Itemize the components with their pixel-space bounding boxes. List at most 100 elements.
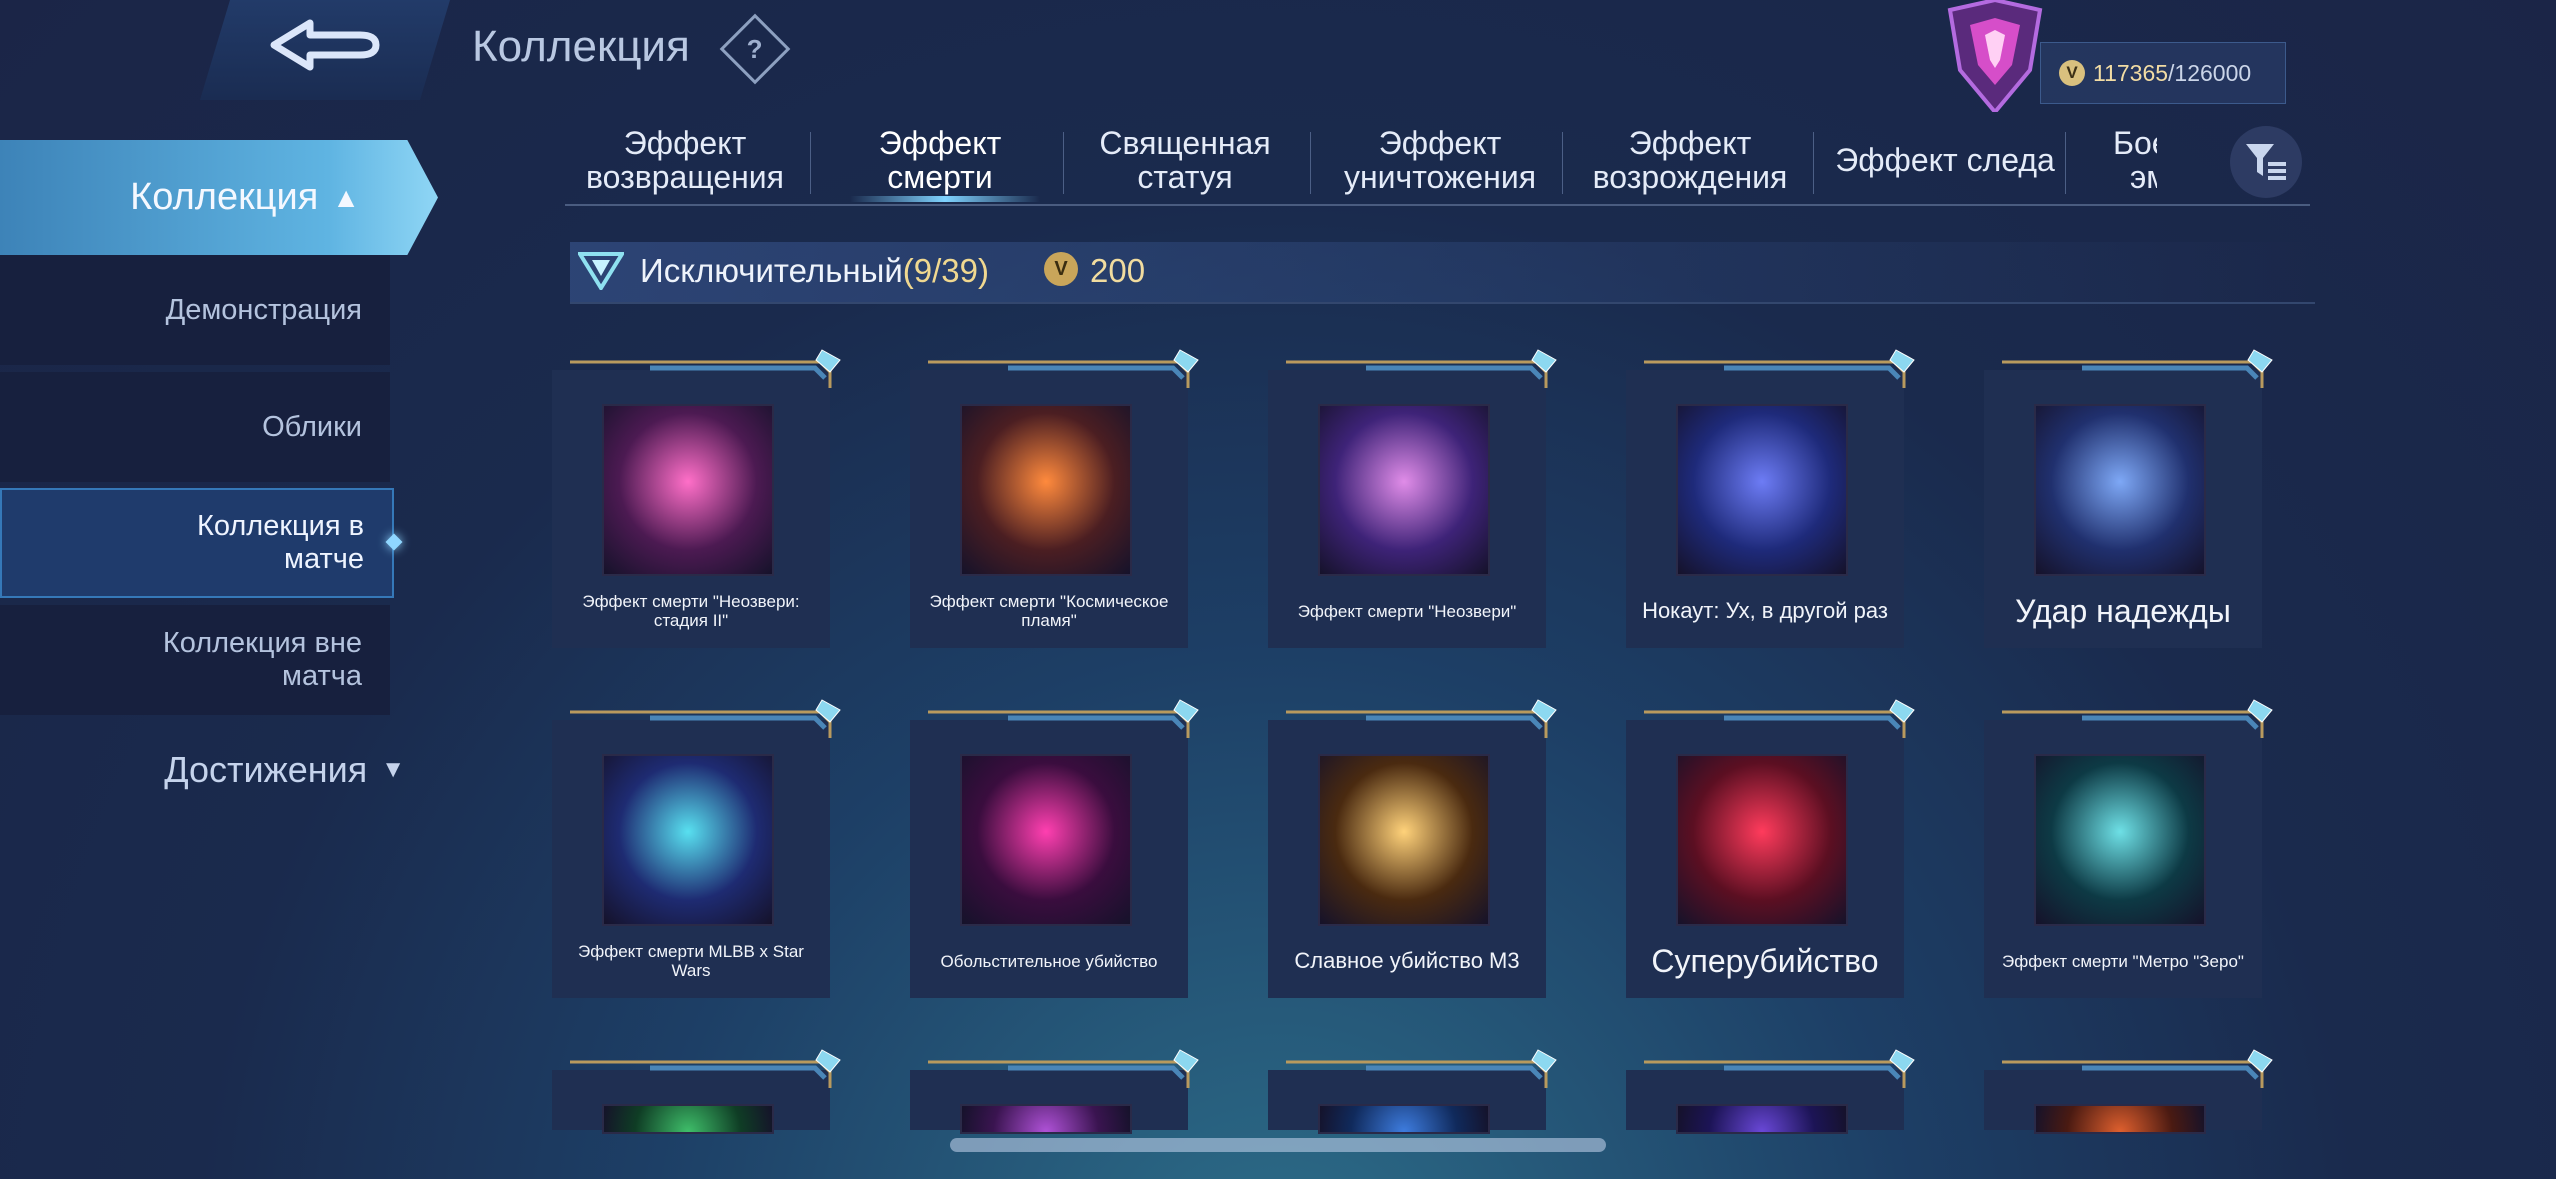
- item-label: Эффект смерти "Неозвери": [1297, 601, 1517, 621]
- sidebar-item-skins[interactable]: Облики: [0, 372, 390, 482]
- collection-item[interactable]: Эффект смерти MLBB x Star Wars: [552, 699, 841, 998]
- coin-icon: V: [2059, 60, 2085, 86]
- collection-item[interactable]: Эффект смерти "Неозвери": [1268, 349, 1557, 648]
- collection-item[interactable]: Эффект смерти "Космическое пламя": [910, 349, 1199, 648]
- card-corner-ornament: [1644, 1049, 1915, 1088]
- tab-divider: [1063, 132, 1064, 194]
- section-title: Исключительный(9/39): [640, 252, 989, 290]
- back-button[interactable]: [200, 0, 450, 100]
- item-artwork: [602, 404, 774, 576]
- card-corner-ornament: [928, 1049, 1199, 1088]
- sidebar-item-label: Облики: [262, 410, 362, 443]
- section-points: 200: [1090, 252, 1146, 289]
- sidebar-item-out-of-match[interactable]: Коллекция вне матча: [0, 605, 390, 715]
- tab-respawn-effect[interactable]: Эффект возрождения: [1570, 118, 1810, 202]
- tab-death-effect[interactable]: Эффект смерти: [855, 118, 1025, 202]
- collection-item[interactable]: [552, 1049, 841, 1134]
- back-arrow-icon: [270, 19, 380, 71]
- sidebar-item-in-match[interactable]: Коллекция в матче: [0, 488, 403, 598]
- collection-item[interactable]: Обольстительное убийство: [910, 699, 1199, 998]
- tab-bar: Эффект возвращения Эффект смерти Священн…: [565, 118, 2310, 206]
- tab-divider: [1562, 132, 1563, 194]
- item-label: Суперубийство: [1651, 943, 1879, 979]
- card-corner-ornament: [1286, 699, 1557, 738]
- home-indicator: [950, 1138, 1606, 1152]
- tab-elimination-effect[interactable]: Эффект уничтожения: [1335, 118, 1545, 202]
- tab-trail-effect[interactable]: Эффект следа: [1820, 118, 2070, 202]
- sidebar-section-achievements[interactable]: Достижения ▼: [0, 740, 405, 800]
- item-label: Удар надежды: [2015, 593, 2231, 629]
- tab-label: Эффект возрождения: [1592, 125, 1788, 195]
- collection-item[interactable]: Удар надежды: [1984, 349, 2273, 648]
- collection-item[interactable]: Суперубийство: [1626, 699, 1915, 998]
- item-label: Эффект смерти "Космическое пламя": [929, 592, 1169, 630]
- card-corner-ornament: [570, 699, 841, 738]
- collection-item[interactable]: Эффект смерти "Неозвери: стадия II": [552, 349, 841, 648]
- chevron-down-icon: ▼: [381, 756, 405, 783]
- tab-label: Эффект возвращения: [586, 125, 784, 195]
- card-corner-ornament: [2002, 1049, 2273, 1088]
- item-artwork: [2034, 404, 2206, 576]
- collection-item[interactable]: [1984, 1049, 2273, 1134]
- collection-item[interactable]: Славное убийство M3: [1268, 699, 1557, 998]
- card-corner-ornament: [2002, 699, 2273, 738]
- item-artwork: [1318, 754, 1490, 926]
- card-corner-ornament: [928, 349, 1199, 388]
- coin-icon: V: [1044, 252, 1078, 286]
- item-artwork: [960, 754, 1132, 926]
- collection-item[interactable]: Нокаут: Ух, в другой раз: [1626, 349, 1915, 648]
- sidebar-section-label: Коллекция: [130, 176, 319, 218]
- tab-label: Священная статуя: [1099, 125, 1271, 195]
- collection-item[interactable]: [1626, 1049, 1915, 1134]
- card-corner-ornament: [1286, 1049, 1557, 1088]
- item-artwork: [960, 404, 1132, 576]
- sidebar-item-demonstration[interactable]: Демонстрация: [0, 255, 390, 365]
- sidebar-section-collection[interactable]: Коллекция ▲: [0, 140, 438, 255]
- section-count: (9/39): [902, 252, 989, 289]
- card-corner-ornament: [570, 1049, 841, 1088]
- item-artwork: [602, 1104, 774, 1134]
- tab-sacred-statue[interactable]: Священная статуя: [1075, 118, 1295, 202]
- points-current: 117365: [2093, 59, 2169, 86]
- tab-divider: [810, 132, 811, 194]
- points-display: V 117365 /126000: [2040, 42, 2286, 104]
- sidebar-item-label: Коллекция в матче: [196, 510, 364, 575]
- sidebar-item-label: Демонстрация: [165, 293, 362, 326]
- item-artwork: [960, 1104, 1132, 1134]
- filter-icon: [2246, 144, 2286, 180]
- collection-item[interactable]: [1268, 1049, 1557, 1134]
- item-label: Эффект смерти "Метро "Зеро": [2002, 951, 2244, 971]
- card-corner-ornament: [1644, 349, 1915, 388]
- sidebar-section-label: Достижения: [164, 749, 368, 790]
- item-artwork: [1318, 404, 1490, 576]
- collection-item[interactable]: [910, 1049, 1199, 1134]
- item-label: Эффект смерти MLBB x Star Wars: [578, 942, 804, 980]
- tab-label: Эффект смерти: [878, 125, 1002, 195]
- rarity-icon: [578, 252, 624, 290]
- tab-divider: [2065, 132, 2066, 194]
- tab-battle-emotes[interactable]: Боевые эмо: [2113, 118, 2157, 202]
- tab-label: Эффект уничтожения: [1343, 125, 1537, 195]
- help-icon[interactable]: ?: [719, 13, 791, 85]
- card-corner-ornament: [1286, 349, 1557, 388]
- item-artwork: [1318, 1104, 1490, 1134]
- item-label: Славное убийство M3: [1294, 948, 1520, 973]
- collection-item[interactable]: Эффект смерти "Метро "Зеро": [1984, 699, 2273, 998]
- tab-divider: [1310, 132, 1311, 194]
- item-artwork: [602, 754, 774, 926]
- tab-label: Боевые эмо: [2113, 125, 2157, 195]
- page-title: Коллекция: [472, 22, 690, 71]
- help-glyph: ?: [747, 33, 763, 64]
- item-artwork: [1676, 404, 1848, 576]
- item-artwork: [2034, 754, 2206, 926]
- tab-return-effect[interactable]: Эффект возвращения: [565, 118, 805, 202]
- card-corner-ornament: [1644, 699, 1915, 738]
- card-corner-ornament: [2002, 349, 2273, 388]
- item-label: Обольстительное убийство: [940, 951, 1158, 971]
- section-title-text: Исключительный: [640, 252, 903, 289]
- card-corner-ornament: [928, 699, 1199, 738]
- active-tab-indicator: [850, 196, 1040, 202]
- chevron-up-icon: ▲: [332, 181, 360, 213]
- filter-button[interactable]: [2230, 126, 2302, 198]
- rank-emblem-icon: [1947, 0, 2043, 112]
